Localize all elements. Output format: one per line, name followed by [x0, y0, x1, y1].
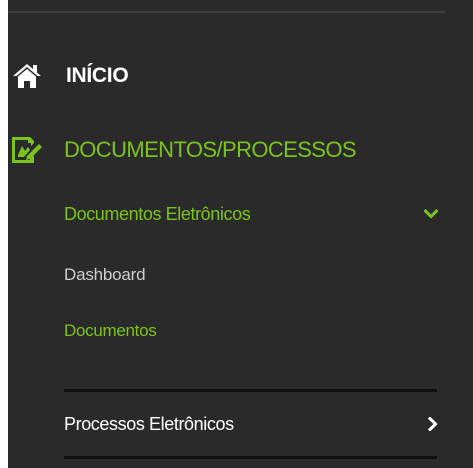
submenu-processos-eletronicos[interactable]: Processos Eletrônicos: [64, 408, 438, 440]
submenu-label: Documentos Eletrônicos: [64, 203, 251, 224]
divider: [64, 389, 437, 392]
home-icon: [12, 61, 42, 91]
sidebar-item-label: INÍCIO: [66, 64, 129, 87]
submenu-item-label: Documentos: [64, 321, 157, 340]
sidebar-item-inicio[interactable]: INÍCIO: [12, 58, 129, 94]
document-edit-icon: [10, 134, 42, 166]
window-edge: [0, 0, 8, 468]
chevron-right-icon: [428, 417, 438, 431]
sidebar-item-documentos-processos[interactable]: DOCUMENTOS/PROCESSOS: [10, 130, 357, 170]
top-divider: [8, 11, 445, 13]
submenu-documentos-eletronicos[interactable]: Documentos Eletrônicos: [64, 198, 438, 230]
submenu-label: Processos Eletrônicos: [64, 413, 234, 434]
submenu-item-dashboard[interactable]: Dashboard: [64, 260, 146, 290]
submenu-item-label: Dashboard: [64, 265, 146, 284]
chevron-down-icon: [424, 209, 438, 219]
sidebar-item-label: DOCUMENTOS/PROCESSOS: [64, 137, 357, 162]
submenu-item-documentos[interactable]: Documentos: [64, 316, 157, 346]
divider: [64, 456, 437, 459]
